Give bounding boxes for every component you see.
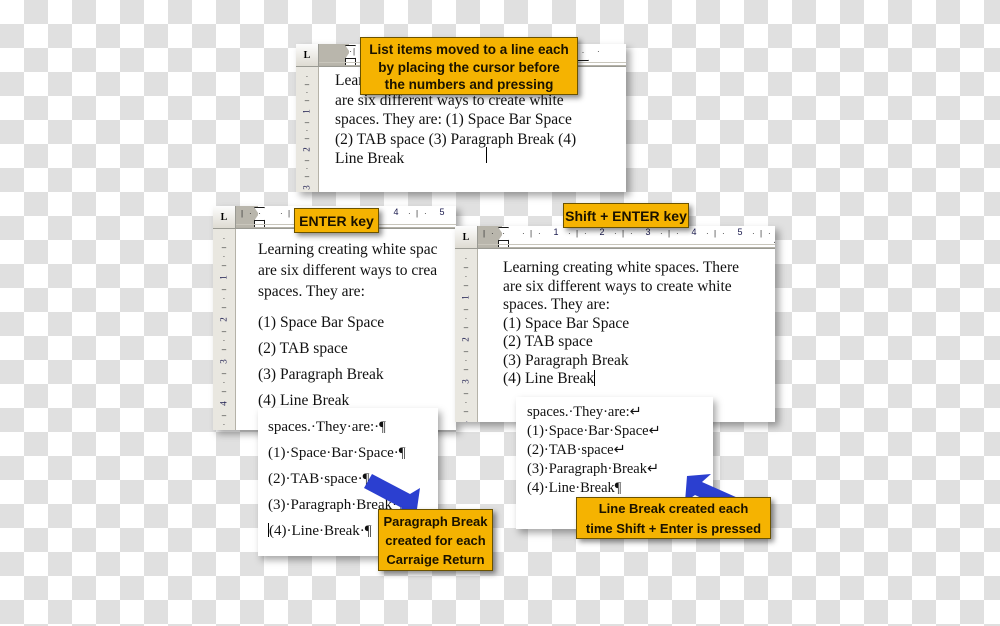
callout-paragraph-break: Paragraph Break created for each Carraig… [378,509,493,571]
marks-line: (1)·Space·Bar·Space·¶ [268,445,406,461]
marks-line: spaces.·They·are:·¶ [268,419,386,435]
callout-line: Carraige Return [386,552,485,567]
doc-line: Learning creating white spaces. There [503,259,739,276]
doc-line: (2) TAB space (3) Paragraph Break (4) [335,130,577,148]
ruler-scale-right[interactable]: | · · | · 1 · | · 2 · | · 3 · | · 4 · | [478,226,775,248]
doc-line: Learning creating white spac [258,241,438,258]
doc-line: spaces. They are: [503,296,610,313]
screenshot-stage: L | · · | · · | · · · – [0,0,1000,626]
doc-line: (1) Space Bar Space [503,314,630,332]
doc-line: are six different ways to create white [503,277,732,295]
doc-line: Line Break [335,150,405,168]
callout-line: by placing the cursor before [378,59,560,75]
document-page-enter[interactable]: Learning creating white spac are six dif… [236,229,456,430]
callout-line: Shift + ENTER key [565,208,687,224]
callout-line-break: Line Break created each time Shift + Ent… [576,497,771,539]
doc-line: spaces. They are: (1) Space Bar Space [335,111,572,129]
doc-line: (2) TAB space [258,340,348,357]
document-window-shift-enter[interactable]: L | · · | · 1 · | · 2 · | · 3 · | · 4 · … [455,226,775,422]
callout-line: the numbers and pressing [384,77,554,92]
doc-line: spaces. They are: [258,283,365,300]
tab-stop-selector-icon[interactable]: L [455,226,478,248]
doc-line: (3) Paragraph Break [258,366,384,383]
doc-line: (4) Line Break [503,370,596,388]
text-caret-shift-enter [594,370,596,386]
right-indent-marker[interactable] [577,52,589,61]
text-caret-top [486,147,487,163]
callout-line: ENTER key [299,213,374,229]
ruler-baseline [478,244,775,245]
callout-line: Paragraph Break [383,514,488,529]
callout-enter-key: ENTER key [294,208,379,233]
marks-line: (2)·TAB·space·¶ [268,471,370,487]
tab-stop-selector-icon[interactable]: L [296,44,319,66]
callout-line: created for each [385,533,486,548]
document-text-shift-enter[interactable]: Learning creating white spaces. There ar… [503,259,739,389]
callout-list-items-moved: List items moved to a line each by placi… [360,37,578,95]
doc-line: (3) Paragraph Break [503,351,629,369]
callout-line: List items moved to a line each [369,42,569,57]
doc-line: are six different ways to crea [258,262,438,279]
document-text-enter[interactable]: Learning creating white spac are six dif… [258,239,437,411]
callout-line: Line Break created each [598,501,749,516]
vertical-ruler-right[interactable]: · – · – 1 – · – 2 – · – 3 – · – 4 [455,249,478,422]
callout-shift-enter-key: Shift + ENTER key [563,203,689,228]
marks-text-block[interactable]: spaces.·They·are:↵ (1)·Space·Bar·Space↵ … [527,403,661,498]
marks-line: (2)·TAB·space↵ [527,442,626,458]
marks-line: (3)·Paragraph·Break↵ [527,461,660,477]
horizontal-ruler-right[interactable]: L | · · | · 1 · | · 2 · | · 3 · | · 4 · … [455,226,775,249]
marks-line: spaces.·They·are:↵ [527,404,642,420]
vertical-ruler-left[interactable]: · – · – 1 – · – 2 – · – 3 – · – 4 – · [213,229,236,430]
vertical-ruler-top[interactable]: · – · – 1 – · – 2 – · – 3 [296,67,319,192]
callout-line: time Shift + Enter is pressed [585,521,762,536]
right-indent-marker[interactable] [774,234,775,243]
tab-stop-selector-icon[interactable]: L [213,206,236,228]
doc-line: (2) TAB space [503,333,593,350]
doc-line: (1) Space Bar Space [258,314,385,331]
document-window-enter[interactable]: L | · · | · · | · 4 · | · 5 [213,206,456,430]
marks-line: (4)·Line·Break¶ [527,480,622,496]
marks-line: (1)·Space·Bar·Space↵ [527,423,661,439]
